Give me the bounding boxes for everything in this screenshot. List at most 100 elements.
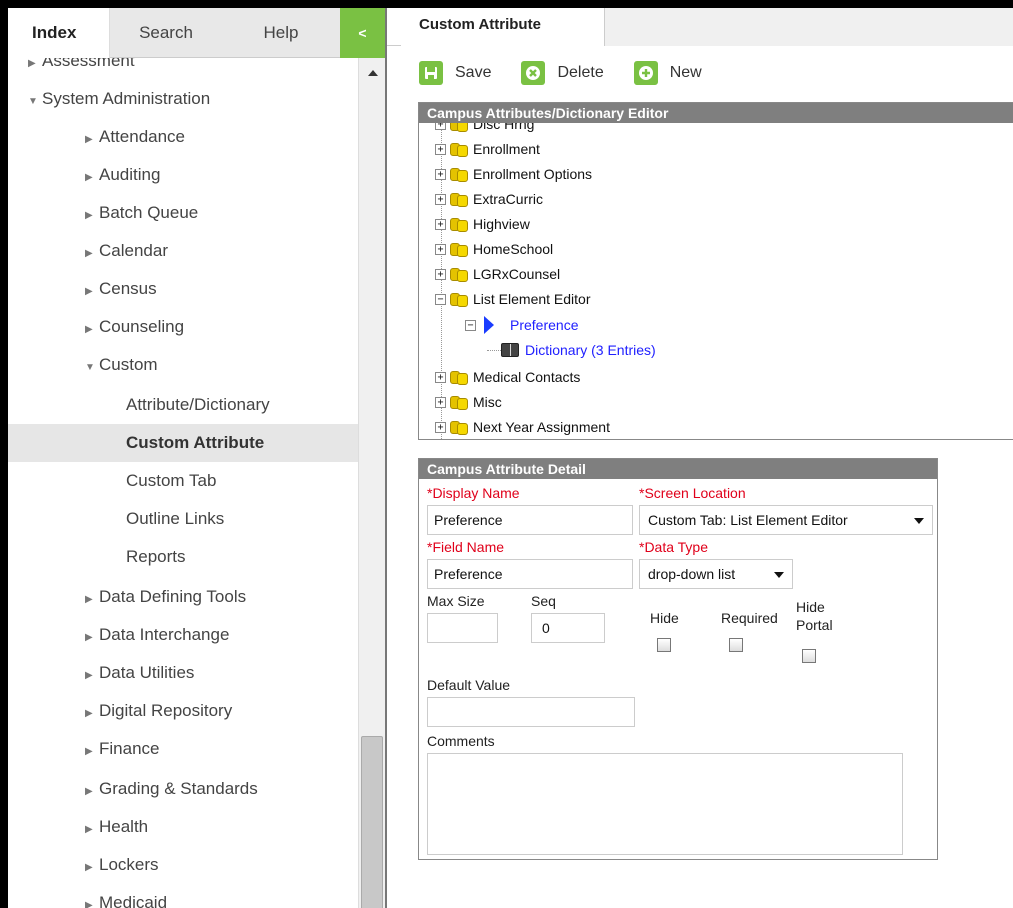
expand-icon[interactable]: + (435, 143, 446, 155)
scroll-up-icon[interactable] (368, 70, 378, 76)
expand-icon[interactable]: + (435, 243, 446, 255)
sidebar-item[interactable]: ▶ Counseling (8, 308, 358, 346)
seq-label: Seq (531, 593, 556, 609)
tree-node-label: Enrollment Options (473, 166, 593, 182)
tab-help[interactable]: Help (222, 8, 340, 58)
collapse-icon[interactable]: − (435, 293, 446, 305)
tree-folder[interactable]: − List Element Editor (435, 289, 591, 309)
expand-icon[interactable]: + (435, 371, 446, 383)
expand-icon[interactable]: + (435, 421, 446, 433)
collapse-sidebar-button[interactable]: < (340, 8, 385, 58)
sidebar-item[interactable]: ▶ Finance (8, 730, 358, 768)
expand-icon[interactable]: + (435, 123, 446, 130)
tree-folder[interactable]: + Enrollment (435, 139, 540, 159)
attribute-arrow-icon (484, 316, 494, 334)
sidebar-item[interactable]: ▶ Census (8, 270, 358, 308)
max-size-label: Max Size (427, 593, 485, 609)
database-folder-icon (448, 123, 470, 132)
required-checkbox[interactable] (729, 638, 743, 652)
tree-folder[interactable]: + LGRxCounsel (435, 264, 560, 284)
sidebar-item[interactable]: ▶ Data Defining Tools (8, 578, 358, 616)
chevron-down-icon (774, 572, 784, 578)
expand-icon[interactable]: + (435, 193, 446, 205)
tree-dictionary[interactable]: Dictionary (3 Entries) (487, 340, 656, 360)
sidebar-item[interactable]: ▶ Data Utilities (8, 654, 358, 692)
sidebar-item[interactable]: ▶ Medicaid (8, 884, 358, 908)
sidebar-item[interactable]: Outline Links (8, 500, 358, 538)
screen-location-select[interactable]: Custom Tab: List Element Editor (639, 505, 933, 535)
sidebar-item[interactable]: ▶ Auditing (8, 156, 358, 194)
tabbar-filler (605, 8, 1013, 46)
sidebar-item-label: Attendance (99, 127, 186, 146)
tab-index[interactable]: Index (8, 8, 110, 58)
data-type-label: *Data Type (639, 539, 709, 555)
dictionary-book-icon (501, 343, 519, 357)
tree-node-label: List Element Editor (473, 291, 591, 307)
sidebar-item[interactable]: Custom Tab (8, 462, 358, 500)
data-type-select[interactable]: drop-down list (639, 559, 793, 589)
max-size-field[interactable] (427, 613, 498, 643)
triangle-right-icon: ▶ (85, 248, 93, 259)
detail-panel-header: Campus Attribute Detail (419, 459, 937, 479)
hide-portal-checkbox[interactable] (802, 649, 816, 663)
sidebar-item[interactable]: ▶ Calendar (8, 232, 358, 270)
tree-folder[interactable]: + HomeSchool (435, 239, 553, 259)
sidebar-item[interactable]: Reports (8, 538, 358, 576)
hide-checkbox[interactable] (657, 638, 671, 652)
screen-location-value: Custom Tab: List Element Editor (648, 512, 848, 528)
expand-icon[interactable]: + (435, 218, 446, 230)
triangle-right-icon: ▶ (85, 286, 93, 297)
default-value-field[interactable] (427, 697, 635, 727)
sidebar-scrollbar[interactable] (358, 58, 385, 908)
tree-folder[interactable]: + Highview (435, 214, 530, 234)
field-name-field[interactable] (427, 559, 633, 589)
tree-node-label: LGRxCounsel (473, 266, 561, 282)
tree-attribute[interactable]: − Preference (465, 315, 578, 335)
new-button[interactable]: New (633, 61, 702, 85)
triangle-right-icon: ▶ (85, 708, 93, 719)
save-button[interactable]: Save (419, 61, 491, 85)
delete-button[interactable]: Delete (521, 61, 604, 85)
sidebar-item[interactable]: Attribute/Dictionary (8, 386, 358, 424)
sidebar-item[interactable]: ▼ Custom (8, 346, 358, 384)
expand-icon[interactable]: + (435, 396, 446, 408)
default-value-label: Default Value (427, 677, 511, 693)
tree-node-label: Medical Contacts (473, 369, 581, 385)
seq-field[interactable] (531, 613, 605, 643)
sidebar-item-assessment[interactable]: ▶ Assessment (8, 58, 358, 80)
triangle-right-icon: ▶ (85, 746, 93, 757)
sidebar-item[interactable]: ▼ System Administration (8, 80, 358, 118)
sidebar-item[interactable]: ▶ Digital Repository (8, 692, 358, 730)
sidebar-item[interactable]: Custom Attribute (8, 424, 358, 462)
tree-folder[interactable]: + ExtraCurric (435, 189, 543, 209)
tree-folder[interactable]: + Next Year Assignment (435, 417, 610, 437)
tree-folder[interactable]: + Misc (435, 392, 502, 412)
tree-node-label: Highview (473, 216, 530, 232)
tree-folder[interactable]: + Medical Contacts (435, 367, 580, 387)
database-folder-icon (448, 141, 470, 157)
tab-custom-attribute[interactable]: Custom Attribute (401, 8, 605, 46)
main-panel: Custom Attribute Save Delete New Campus … (385, 8, 1013, 908)
sidebar-item-label: Lockers (99, 855, 159, 874)
expand-icon[interactable]: + (435, 268, 446, 280)
sidebar-item-label: Auditing (99, 165, 161, 184)
sidebar-item[interactable]: ▶ Batch Queue (8, 194, 358, 232)
sidebar-item-label: Reports (126, 547, 186, 566)
display-name-field[interactable] (427, 505, 633, 535)
triangle-right-icon: ▶ (85, 134, 93, 145)
expand-icon[interactable]: + (435, 168, 446, 180)
comments-field[interactable] (427, 753, 903, 855)
save-icon (419, 61, 443, 85)
sidebar-item[interactable]: ▶ Lockers (8, 846, 358, 884)
sidebar-item[interactable]: ▶ Data Interchange (8, 616, 358, 654)
database-folder-icon (448, 166, 470, 182)
tab-search[interactable]: Search (110, 8, 222, 58)
scrollbar-thumb[interactable] (361, 736, 383, 908)
display-name-label: *Display Name (427, 485, 520, 501)
collapse-icon[interactable]: − (465, 319, 476, 331)
tree-folder[interactable]: + Enrollment Options (435, 164, 592, 184)
sidebar-item[interactable]: ▶ Health (8, 808, 358, 846)
sidebar-item[interactable]: ▶ Attendance (8, 118, 358, 156)
tree-folder[interactable]: + Disc Hrng (435, 123, 534, 134)
sidebar-item[interactable]: ▶ Grading & Standards (8, 770, 358, 808)
